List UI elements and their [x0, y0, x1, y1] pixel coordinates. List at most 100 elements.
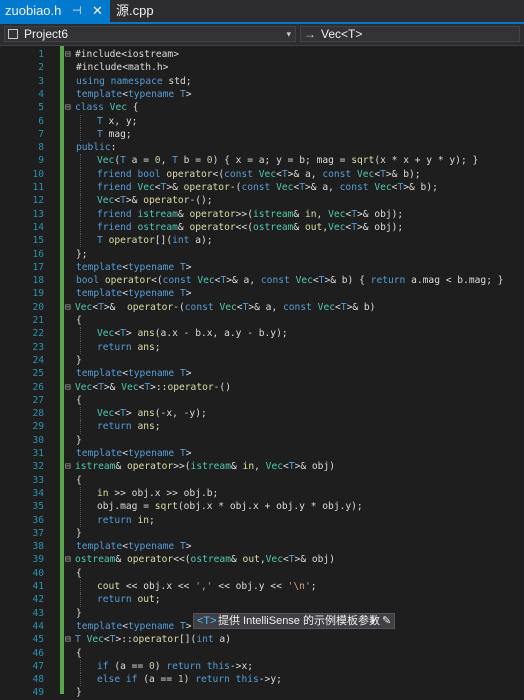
- code-line[interactable]: 45 ⊟ T Vec<T>::operator[](int a): [0, 633, 524, 646]
- code-line[interactable]: 41 cout << obj.x << ',' << obj.y << '\n';: [0, 580, 524, 594]
- line-number: 43: [32, 607, 44, 619]
- code-line[interactable]: 16};: [0, 248, 524, 261]
- template-param-hint[interactable]: <T> 提供 IntelliSense 的示例模板参数 ▾ ✎: [193, 613, 395, 629]
- line-number: 11: [32, 182, 44, 193]
- code-line[interactable]: 37}: [0, 527, 524, 540]
- code-line[interactable]: 47 if (a == 0) return this->x;: [0, 659, 524, 674]
- code-line[interactable]: 6 T x, y;: [0, 114, 524, 128]
- code-line[interactable]: 48 else if (a == 1) return this->y;: [0, 673, 524, 687]
- code-line[interactable]: 40 {: [0, 567, 524, 580]
- code-text: T Vec<T>::operator[](int a): [75, 634, 231, 646]
- line-number: 32: [32, 461, 44, 473]
- indent-guide: [80, 593, 81, 607]
- code-line[interactable]: 35 obj.mag = sqrt(obj.x * obj.x + obj.y *…: [0, 500, 524, 514]
- code-line[interactable]: 27 {: [0, 394, 524, 407]
- fold-toggle-icon[interactable]: ⊟: [65, 553, 71, 566]
- hint-token: <T>: [197, 615, 217, 627]
- line-number: 46: [32, 647, 44, 659]
- code-line[interactable]: 34 in >> obj.x >> obj.b;: [0, 486, 524, 501]
- indent-guide: [80, 234, 81, 248]
- code-line[interactable]: 26 ⊟ Vec<T>& Vec<T>::operator-(): [0, 381, 524, 394]
- code-line[interactable]: 4 template<typename T>: [0, 88, 524, 101]
- code-text: #include<iostream>: [75, 49, 179, 60]
- code-text: return ans;: [97, 341, 161, 353]
- fold-toggle-icon[interactable]: ⊟: [65, 48, 71, 61]
- pin-icon[interactable]: ⊣: [72, 0, 82, 22]
- fold-toggle-icon[interactable]: ⊟: [65, 460, 71, 473]
- member-dropdown[interactable]: → Vec<T>: [300, 26, 520, 42]
- code-line[interactable]: 1 ⊟ #include<iostream>: [0, 48, 524, 61]
- fold-toggle-icon[interactable]: ⊟: [65, 301, 71, 314]
- code-text: };: [76, 248, 88, 260]
- code-line[interactable]: 17 template<typename T>: [0, 261, 524, 274]
- code-line[interactable]: 46 {: [0, 647, 524, 660]
- indent-guide: [80, 407, 81, 421]
- tab-zuobiao-h[interactable]: zuobiao.h ⊣ ✕: [0, 0, 110, 22]
- fold-toggle-icon[interactable]: ⊟: [65, 101, 71, 114]
- code-line[interactable]: 12 Vec<T>& operator-();: [0, 194, 524, 208]
- code-text: Vec<T>& operator-(const Vec<T>& a, const…: [75, 301, 376, 313]
- code-text: cout << obj.x << ',' << obj.y << '\n';: [97, 581, 317, 592]
- code-line[interactable]: 49}: [0, 686, 524, 699]
- line-number: 4: [38, 88, 44, 100]
- pencil-icon[interactable]: ✎: [382, 614, 391, 628]
- code-text: return in;: [97, 514, 155, 526]
- line-number: 49: [32, 687, 44, 699]
- code-text: return out;: [97, 594, 161, 606]
- code-line[interactable]: 28 Vec<T> ans(-x, -y);: [0, 407, 524, 421]
- code-line[interactable]: 38 template<typename T>: [0, 540, 524, 553]
- code-line[interactable]: 39 ⊟ ostream& operator<<(ostream& out,Vec<…: [0, 553, 524, 566]
- code-line[interactable]: 7 T mag;: [0, 127, 524, 142]
- line-number: 41: [32, 581, 44, 592]
- code-line[interactable]: 21 {: [0, 314, 524, 327]
- chevron-down-icon[interactable]: ▾: [286, 27, 291, 41]
- line-number: 2: [38, 62, 44, 74]
- line-number: 38: [32, 541, 44, 553]
- code-text: }: [76, 434, 82, 446]
- code-line[interactable]: 22 Vec<T> ans(a.x - b.x, a.y - b.y);: [0, 327, 524, 341]
- code-line[interactable]: 20 ⊟ Vec<T>& operator-(const Vec<T>& a, co…: [0, 301, 524, 314]
- code-line[interactable]: 29 return ans;: [0, 420, 524, 434]
- indent-guide: [80, 580, 81, 594]
- code-line[interactable]: 32 ⊟ istream& operator>>(istream& in, Vec<…: [0, 460, 524, 473]
- code-line[interactable]: 13 friend istream& operator>>(istream& in…: [0, 207, 524, 221]
- line-number: 6: [38, 115, 44, 127]
- code-text: {: [76, 567, 82, 579]
- line-number: 30: [32, 434, 44, 446]
- code-text: template<typename T>: [76, 88, 192, 100]
- tab-source-cpp[interactable]: 源.cpp: [116, 0, 154, 22]
- chevron-down-icon[interactable]: ▾: [371, 614, 376, 628]
- code-line[interactable]: 31 template<typename T>: [0, 447, 524, 460]
- code-line[interactable]: 19 template<typename T>: [0, 287, 524, 300]
- code-line[interactable]: 15 T operator[](int a);: [0, 234, 524, 248]
- code-line[interactable]: 2 #include<math.h>: [0, 61, 524, 74]
- code-line[interactable]: 11 friend Vec<T>& operator-(const Vec<T>&…: [0, 181, 524, 195]
- close-icon[interactable]: ✕: [92, 0, 103, 22]
- line-number: 20: [32, 301, 44, 313]
- code-line[interactable]: 10 friend bool operator<(const Vec<T>& a,…: [0, 167, 524, 181]
- code-line[interactable]: 9 Vec(T a = 0, T b = 0) { x = a; y = b; m…: [0, 154, 524, 168]
- code-line[interactable]: 5 ⊟ class Vec {: [0, 101, 524, 114]
- line-number: 16: [32, 248, 44, 260]
- fold-toggle-icon[interactable]: ⊟: [65, 633, 71, 646]
- code-line[interactable]: 18 bool operator<(const Vec<T>& a, const …: [0, 274, 524, 287]
- code-line[interactable]: 42 return out;: [0, 593, 524, 607]
- project-dropdown[interactable]: Project6 ▾: [4, 26, 296, 42]
- code-line[interactable]: 23 return ans;: [0, 340, 524, 354]
- code-line[interactable]: 33 {: [0, 474, 524, 487]
- fold-toggle-icon[interactable]: ⊟: [65, 381, 71, 394]
- project-label: Project6: [24, 27, 69, 41]
- code-line[interactable]: 30}: [0, 434, 524, 447]
- code-text: obj.mag = sqrt(obj.x * obj.x + obj.y * o…: [97, 501, 363, 513]
- code-line[interactable]: 14 friend ostream& operator<<(ostream& ou…: [0, 220, 524, 235]
- line-number: 10: [32, 168, 44, 180]
- line-number: 14: [32, 221, 44, 233]
- code-line[interactable]: 8 public:: [0, 141, 524, 154]
- code-line[interactable]: 36 return in;: [0, 513, 524, 527]
- code-line[interactable]: 24}: [0, 354, 524, 367]
- code-text: template<typename T>: [76, 288, 192, 300]
- line-number: 21: [32, 315, 44, 326]
- code-line[interactable]: 3 using namespace std;: [0, 75, 524, 88]
- code-editor[interactable]: 1 ⊟ #include<iostream> 2 #include<math.h> 3 us…: [0, 46, 524, 700]
- code-line[interactable]: 25 template<typename T>: [0, 367, 524, 380]
